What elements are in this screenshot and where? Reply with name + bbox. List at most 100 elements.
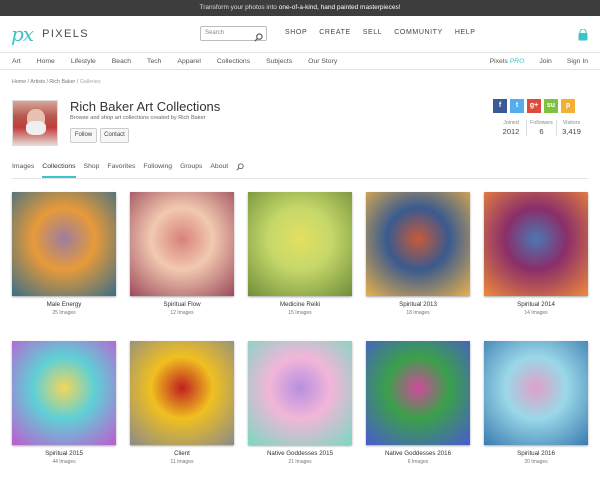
logo[interactable]: px PIXELS (11, 24, 89, 44)
collection-count: 14 Images (524, 310, 548, 316)
collection-thumbnail[interactable] (248, 192, 352, 296)
logo-mark: px (11, 22, 34, 46)
stumbleupon-icon[interactable]: su (544, 99, 558, 113)
collection-thumbnail[interactable] (248, 341, 352, 445)
avatar-beard (26, 121, 46, 135)
collection-title[interactable]: Spiritual 2013 (366, 301, 470, 308)
promo-text: Transform your photos into (199, 4, 277, 11)
nav-shop[interactable]: SHOP (285, 29, 307, 36)
breadcrumb-home[interactable]: Home (12, 79, 26, 85)
tab-favorites[interactable]: Favorites (107, 163, 135, 178)
search-icon[interactable] (236, 163, 244, 178)
pixels-label: Pixels (489, 58, 508, 65)
category-home[interactable]: Home (37, 58, 55, 65)
stat-joined: Joined 2012 (496, 120, 526, 136)
nav-community[interactable]: COMMUNITY (394, 29, 443, 36)
search-placeholder: Search (205, 30, 225, 36)
collection-card[interactable]: Native Goddesses 2016 6 Images (366, 341, 470, 465)
collection-title[interactable]: Male Energy (12, 301, 116, 308)
collection-thumbnail[interactable] (130, 192, 234, 296)
breadcrumb-artists[interactable]: Artists (30, 79, 45, 85)
follow-button[interactable]: Follow (70, 128, 97, 143)
twitter-icon[interactable]: t (510, 99, 524, 113)
category-art[interactable]: Art (12, 58, 21, 65)
collection-count: 44 Images (52, 459, 76, 465)
breadcrumb: Home / Artists / Rich Baker / Galleries (12, 79, 101, 85)
collection-card[interactable]: Male Energy 25 Images (12, 192, 116, 316)
collection-title[interactable]: Spiritual Flow (130, 301, 234, 308)
profile-tabs: Images Collections Shop Favorites Following G… (12, 163, 588, 179)
stat-followers: Followers 6 (526, 120, 556, 136)
pixels-pro-link[interactable]: Pixels PRO (490, 58, 525, 65)
cart-icon[interactable] (578, 28, 588, 46)
collection-card[interactable]: Spiritual 2014 14 Images (484, 192, 588, 316)
google-plus-icon[interactable]: g+ (527, 99, 541, 113)
nav-create[interactable]: CREATE (319, 29, 350, 36)
collection-title[interactable]: Native Goddesses 2016 (366, 450, 470, 457)
category-tech[interactable]: Tech (147, 58, 161, 65)
nav-sell[interactable]: SELL (363, 29, 383, 36)
search-input[interactable]: Search (200, 26, 267, 42)
collection-card[interactable]: Spiritual 2015 44 Images (12, 341, 116, 465)
promo-highlight: one-of-a-kind, hand painted masterpieces… (278, 4, 401, 11)
breadcrumb-artist[interactable]: Rich Baker (49, 79, 75, 85)
category-collections[interactable]: Collections (217, 58, 250, 65)
category-our-story[interactable]: Our Story (308, 58, 337, 65)
collection-thumbnail[interactable] (366, 192, 470, 296)
share-buttons: f t g+ su p (493, 99, 575, 113)
collection-title[interactable]: Spiritual 2015 (12, 450, 116, 457)
site-header: px PIXELS Search SHOP CREATE SELL COMMUNITY… (0, 16, 600, 53)
stat-value: 6 (539, 127, 544, 136)
collection-count: 12 Images (170, 310, 194, 316)
collection-card[interactable]: Native Goddesses 2015 21 Images (248, 341, 352, 465)
category-subjects[interactable]: Subjects (266, 58, 292, 65)
tab-following[interactable]: Following (143, 163, 172, 178)
collection-title[interactable]: Spiritual 2016 (484, 450, 588, 457)
avatar[interactable] (12, 100, 58, 146)
search-icon[interactable] (254, 29, 263, 47)
promo-banner[interactable]: Transform your photos into one-of-a-kind… (0, 0, 600, 16)
collection-title[interactable]: Medicine Reiki (248, 301, 352, 308)
collection-thumbnail[interactable] (484, 192, 588, 296)
page-subtitle: Browse and shop art collections created … (70, 115, 206, 121)
category-lifestyle[interactable]: Lifestyle (71, 58, 96, 65)
collection-count: 15 Images (288, 310, 312, 316)
collection-thumbnail[interactable] (12, 341, 116, 445)
nav-help[interactable]: HELP (455, 29, 476, 36)
facebook-icon[interactable]: f (493, 99, 507, 113)
tab-images[interactable]: Images (12, 163, 34, 178)
breadcrumb-current: Galleries (79, 79, 101, 85)
tab-shop[interactable]: Shop (84, 163, 100, 178)
profile-stats: Joined 2012 Followers 6 Visitors 3,419 (496, 120, 586, 136)
collection-count: 11 Images (170, 459, 194, 465)
collection-thumbnail[interactable] (484, 341, 588, 445)
pro-label: PRO (509, 58, 525, 65)
category-beach[interactable]: Beach (112, 58, 131, 65)
join-link[interactable]: Join (539, 58, 551, 65)
collection-card[interactable]: Spiritual 2016 20 Images (484, 341, 588, 465)
tab-about[interactable]: About (210, 163, 228, 178)
collection-thumbnail[interactable] (366, 341, 470, 445)
collection-count: 25 Images (52, 310, 76, 316)
stat-label: Visitors (562, 120, 581, 126)
main-nav: SHOP CREATE SELL COMMUNITY HELP (285, 29, 476, 36)
collection-card[interactable]: Medicine Reiki 15 Images (248, 192, 352, 316)
collection-title[interactable]: Client (130, 450, 234, 457)
pinterest-icon[interactable]: p (561, 99, 575, 113)
contact-button[interactable]: Contact (100, 128, 129, 143)
collection-title[interactable]: Spiritual 2014 (484, 301, 588, 308)
tab-groups[interactable]: Groups (180, 163, 202, 178)
logo-text: PIXELS (42, 28, 90, 40)
collection-count: 20 Images (524, 459, 548, 465)
collection-card[interactable]: Client 11 Images (130, 341, 234, 465)
tab-collections[interactable]: Collections (42, 163, 76, 178)
collection-thumbnail[interactable] (12, 192, 116, 296)
collection-title[interactable]: Native Goddesses 2015 (248, 450, 352, 457)
sign-in-link[interactable]: Sign In (567, 58, 588, 65)
collection-card[interactable]: Spiritual Flow 12 Images (130, 192, 234, 316)
collection-thumbnail[interactable] (130, 341, 234, 445)
category-nav: Art Home Lifestyle Beach Tech Apparel Collecti… (0, 54, 600, 70)
collection-card[interactable]: Spiritual 2013 18 Images (366, 192, 470, 316)
category-apparel[interactable]: Apparel (177, 58, 200, 65)
category-list: Art Home Lifestyle Beach Tech Apparel Collecti… (12, 58, 353, 65)
